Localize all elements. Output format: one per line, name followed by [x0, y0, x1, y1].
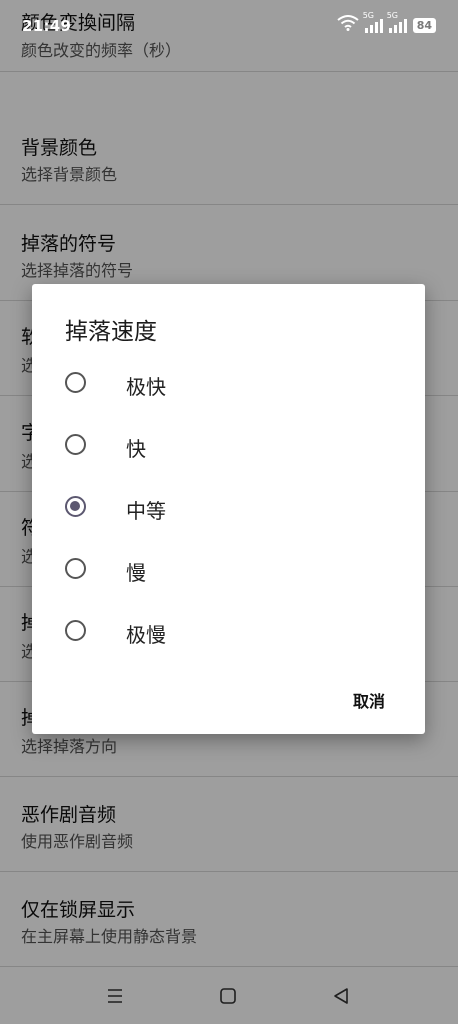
- radio-button[interactable]: [65, 434, 86, 455]
- status-time: 21:49: [22, 17, 72, 35]
- radio-button[interactable]: [65, 620, 86, 641]
- falling-speed-dialog: 掉落速度 极快 快 中等 慢 极慢 取消: [32, 284, 425, 734]
- status-bar: 21:49 5G 5G 84: [0, 0, 458, 52]
- speed-option-very-slow[interactable]: 极慢: [32, 603, 425, 665]
- signal-icon: 5G: [363, 11, 383, 33]
- option-label: 极慢: [126, 623, 166, 647]
- option-label: 中等: [126, 499, 166, 523]
- radio-button-selected[interactable]: [65, 496, 86, 517]
- speed-option-very-fast[interactable]: 极快: [32, 355, 425, 417]
- option-label: 极快: [126, 375, 166, 399]
- radio-button[interactable]: [65, 372, 86, 393]
- status-icons: 5G 5G 84: [337, 11, 436, 35]
- cancel-button[interactable]: 取消: [353, 688, 385, 712]
- wifi-icon: [337, 15, 359, 35]
- option-label: 快: [126, 437, 146, 461]
- speed-option-medium[interactable]: 中等: [32, 479, 425, 541]
- signal-label: 5G: [386, 11, 398, 20]
- dialog-title: 掉落速度: [65, 319, 157, 345]
- speed-option-fast[interactable]: 快: [32, 417, 425, 479]
- speed-option-slow[interactable]: 慢: [32, 541, 425, 603]
- radio-button[interactable]: [65, 558, 86, 579]
- battery-indicator: 84: [412, 17, 436, 33]
- option-label: 慢: [126, 561, 146, 585]
- radio-dot: [70, 501, 80, 511]
- signal-label: 5G: [362, 11, 374, 20]
- signal-icon: 5G: [387, 11, 407, 33]
